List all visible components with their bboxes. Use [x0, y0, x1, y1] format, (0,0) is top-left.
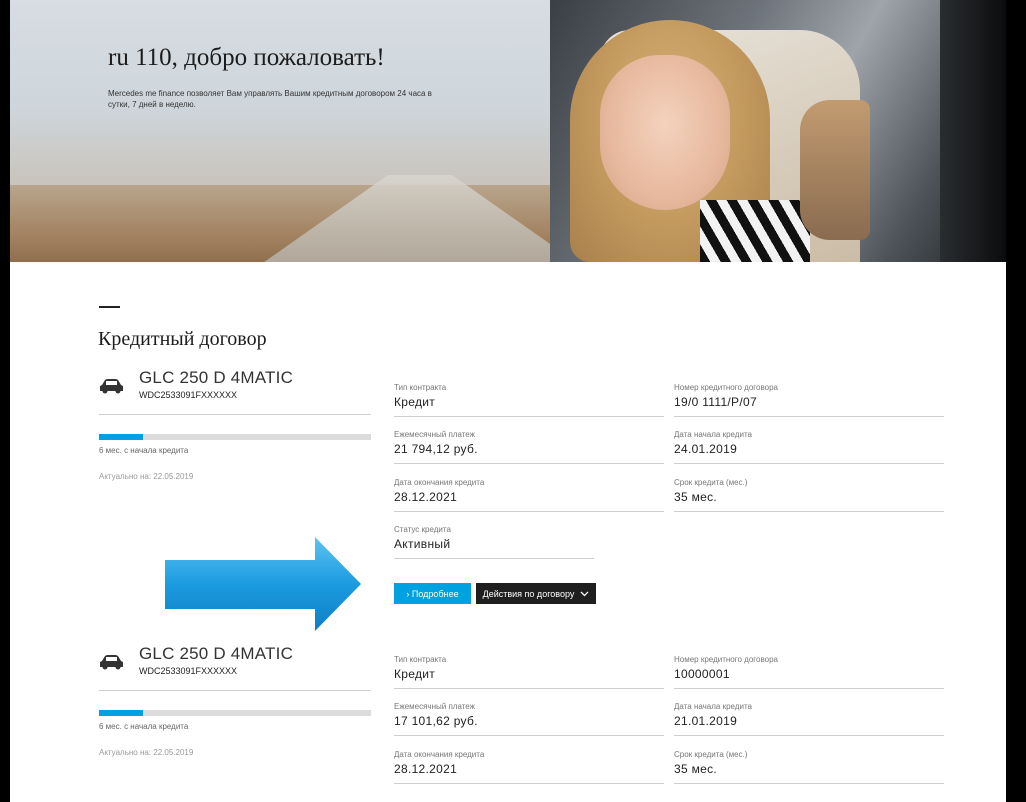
credit-progress-fill	[99, 434, 143, 440]
hero-woman	[600, 55, 730, 210]
actual-date: Актуально на: 22.05.2019	[99, 472, 194, 481]
car-model: GLC 250 D 4MATIC	[139, 368, 294, 387]
hero-mirror	[800, 100, 870, 240]
field-contract-type: Тип контракта Кредит	[394, 655, 664, 689]
field-start-date: Дата начала кредита 24.01.2019	[674, 430, 944, 464]
car-vin: WDC2533091FXXXXXX	[139, 666, 238, 676]
section-dash	[99, 306, 120, 308]
credit-progress-bar	[99, 434, 371, 440]
field-end-date: Дата окончания кредита 28.12.2021	[394, 750, 664, 784]
car-vin: WDC2533091FXXXXXX	[139, 390, 238, 400]
arrow-right-icon	[165, 537, 361, 631]
credit-progress-fill	[99, 710, 143, 716]
field-monthly-payment: Ежемесячный платеж 21 794,12 руб.	[394, 430, 664, 464]
field-contract-number: Номер кредитного договора 19/0 1111/P/07	[674, 383, 944, 417]
credit-progress-bar	[99, 710, 371, 716]
field-monthly-payment: Ежемесячный платеж 17 101,62 руб.	[394, 702, 664, 736]
car-icon	[100, 655, 123, 670]
more-details-button[interactable]: › Подробнее	[394, 583, 471, 604]
field-status: Статус кредита Активный	[394, 525, 594, 559]
chevron-down-icon	[580, 591, 589, 596]
hero-banner: ru 110, добро пожаловать! Mercedes me fi…	[10, 0, 1006, 262]
progress-label: 6 мес. с начала кредита	[99, 446, 189, 455]
car-model: GLC 250 D 4MATIC	[139, 644, 294, 663]
field-end-date: Дата окончания кредита 28.12.2021	[394, 478, 664, 512]
actual-date: Актуально на: 22.05.2019	[99, 748, 194, 757]
field-contract-number: Номер кредитного договора 10000001	[674, 655, 944, 689]
progress-label: 6 мес. с начала кредита	[99, 722, 189, 731]
page: ru 110, добро пожаловать! Mercedes me fi…	[10, 0, 1006, 802]
section-title: Кредитный договор	[98, 328, 267, 350]
field-start-date: Дата начала кредита 21.01.2019	[674, 702, 944, 736]
welcome-title: ru 110, добро пожаловать!	[108, 44, 385, 71]
contract-actions-label: Действия по договору	[482, 588, 575, 599]
field-term: Срок кредита (мес.) 35 мес.	[674, 478, 944, 512]
contract-actions-button[interactable]: Действия по договору	[476, 583, 596, 604]
field-term: Срок кредита (мес.) 35 мес.	[674, 750, 944, 784]
welcome-subtitle: Mercedes me finance позволяет Вам управл…	[108, 89, 432, 109]
field-contract-type: Тип контракта Кредит	[394, 383, 664, 417]
car-icon	[100, 379, 123, 394]
